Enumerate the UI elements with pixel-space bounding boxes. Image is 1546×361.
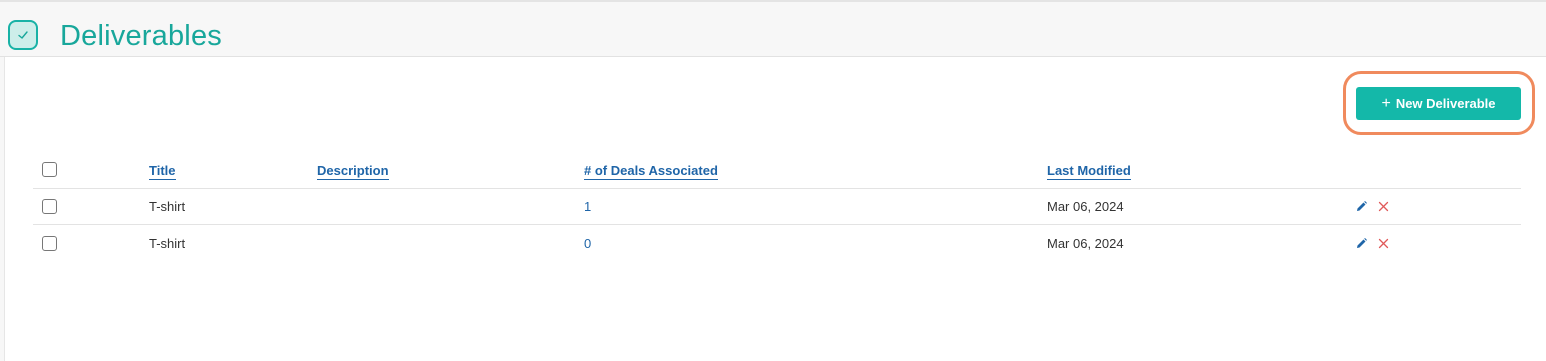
column-header-description[interactable]: Description (317, 163, 389, 180)
row-title: T-shirt (149, 199, 186, 214)
row-last-modified: Mar 06, 2024 (1047, 235, 1124, 251)
row-last-modified: Mar 06, 2024 (1047, 199, 1124, 214)
table-row: T-shirt 0 Mar 06, 2024 (33, 225, 1521, 261)
column-header-title[interactable]: Title (149, 163, 176, 180)
delete-icon[interactable] (1376, 200, 1390, 214)
column-header-deals-associated[interactable]: # of Deals Associated (584, 163, 718, 180)
deliverables-table: Title Description # of Deals Associated … (33, 152, 1521, 261)
select-all-checkbox[interactable] (42, 162, 57, 177)
page-title: Deliverables (60, 20, 222, 52)
page-header: Deliverables (0, 2, 1546, 57)
new-deliverable-button[interactable]: + New Deliverable (1356, 87, 1521, 120)
table-header-row: Title Description # of Deals Associated … (33, 152, 1521, 189)
row-actions (1354, 189, 1390, 224)
row-title: T-shirt (149, 235, 186, 251)
row-actions (1354, 225, 1390, 261)
table-row: T-shirt 1 Mar 06, 2024 (33, 189, 1521, 225)
row-checkbox[interactable] (42, 235, 57, 251)
edit-icon[interactable] (1354, 200, 1368, 214)
check-circle-icon (8, 20, 38, 50)
edit-icon[interactable] (1354, 236, 1368, 250)
row-deals-count[interactable]: 1 (584, 189, 591, 224)
row-checkbox[interactable] (42, 199, 57, 214)
column-header-last-modified[interactable]: Last Modified (1047, 163, 1131, 180)
row-deals-count[interactable]: 0 (584, 225, 591, 261)
new-deliverable-label: New Deliverable (1395, 96, 1496, 111)
delete-icon[interactable] (1376, 236, 1390, 250)
plus-icon: + (1381, 94, 1391, 112)
